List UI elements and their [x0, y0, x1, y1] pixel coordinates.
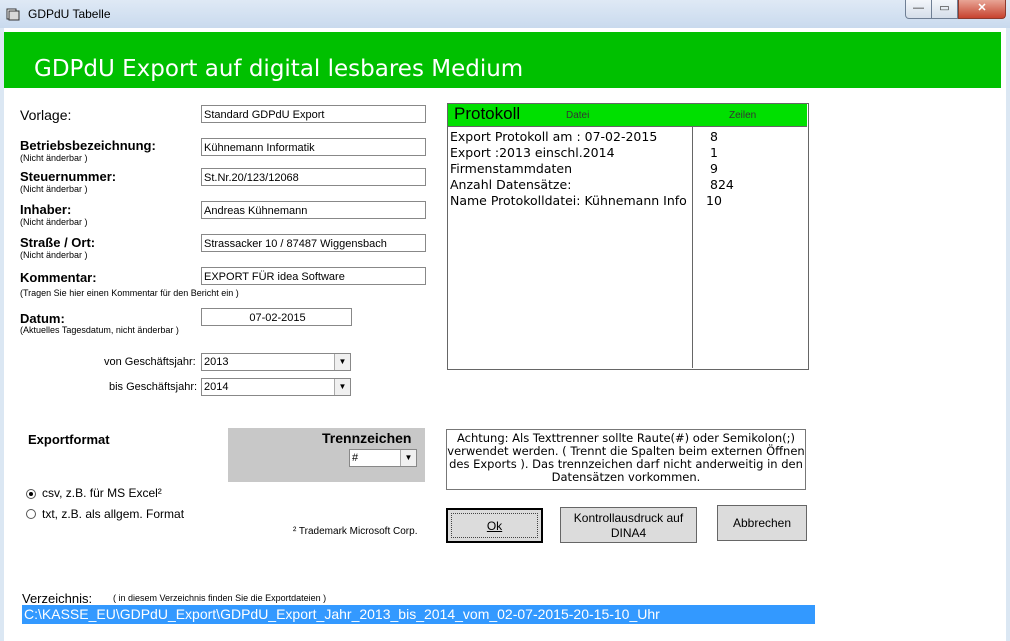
- protokoll-text: Name Protokolldatei: Kühnemann Info: [450, 193, 687, 208]
- protokoll-divider: [692, 126, 693, 368]
- betrieb-label: Betriebsbezeichnung:: [20, 138, 156, 153]
- strasse-field[interactable]: Strassacker 10 / 87487 Wiggensbach: [201, 234, 426, 252]
- vorlage-label: Vorlage:: [20, 107, 72, 123]
- kommentar-field[interactable]: EXPORT FÜR idea Software: [201, 267, 426, 285]
- chevron-down-icon[interactable]: ▼: [400, 450, 416, 466]
- kommentar-note: (Tragen Sie hier einen Kommentar für den…: [20, 288, 239, 298]
- steuer-field[interactable]: St.Nr.20/123/12068: [201, 168, 426, 186]
- von-select[interactable]: 2013 ▼: [201, 353, 351, 371]
- radio-selected-dot: [29, 492, 33, 496]
- exportformat-title: Exportformat: [28, 432, 110, 447]
- title-bar: [0, 0, 1010, 28]
- app-icon: [6, 7, 20, 21]
- trademark-note: ² Trademark Microsoft Corp.: [293, 526, 418, 537]
- ok-text: Ok: [486, 519, 503, 533]
- von-label: von Geschäftsjahr:: [104, 356, 196, 368]
- betrieb-note: (Nicht änderbar ): [20, 153, 88, 163]
- protokoll-text: Export :2013 einschl.2014: [450, 145, 615, 160]
- steuer-note: (Nicht änderbar ): [20, 184, 88, 194]
- trennzeichen-value: #: [352, 452, 359, 464]
- protokoll-zeilen: 10: [706, 193, 722, 208]
- page-title: GDPdU Export auf digital lesbares Medium: [34, 56, 524, 82]
- protokoll-col-zeilen: Zeilen: [729, 110, 757, 121]
- von-value: 2013: [204, 356, 229, 368]
- inhaber-note: (Nicht änderbar ): [20, 217, 88, 227]
- protokoll-title: Protokoll: [454, 104, 521, 123]
- protokoll-zeilen: 9: [710, 161, 718, 176]
- inhaber-field[interactable]: Andreas Kühnemann: [201, 201, 426, 219]
- protokoll-col-datei: Datei: [566, 110, 590, 121]
- window-title: GDPdU Tabelle: [28, 7, 111, 21]
- protokoll-text-list: Export Protokoll am : 07-02-2015 Export …: [450, 129, 690, 209]
- trennzeichen-label: Trennzeichen: [322, 430, 412, 446]
- datum-note: (Aktuelles Tagesdatum, nicht änderbar ): [20, 325, 179, 335]
- datum-label: Datum:: [20, 311, 65, 326]
- warning-notice: Achtung: Als Texttrenner sollte Raute(#)…: [446, 429, 806, 490]
- trennzeichen-select[interactable]: # ▼: [349, 449, 417, 467]
- protokoll-zeilen: 8: [710, 129, 718, 144]
- ok-button[interactable]: Ok: [446, 508, 543, 543]
- close-button[interactable]: ✕: [958, 0, 1006, 19]
- verzeichnis-label: Verzeichnis:: [22, 591, 93, 606]
- inhaber-label: Inhaber:: [20, 202, 72, 217]
- export-path-field[interactable]: C:\KASSE_EU\GDPdU_Export\GDPdU_Export_Ja…: [22, 605, 815, 624]
- strasse-note: (Nicht änderbar ): [20, 250, 88, 260]
- steuer-label: Steuernummer:: [20, 169, 117, 184]
- ok-button-label: Ok: [451, 513, 538, 538]
- print-label-line2: DINA4: [610, 526, 647, 540]
- datum-field: 07-02-2015: [201, 308, 352, 326]
- bis-label: bis Geschäftsjahr:: [109, 381, 198, 393]
- protokoll-zeilen: 824: [710, 177, 734, 192]
- csv-option-label[interactable]: csv, z.B. für MS Excel²: [42, 486, 162, 500]
- bis-value: 2014: [204, 381, 229, 393]
- protokoll-zeilen: 1: [710, 145, 718, 160]
- vorlage-field[interactable]: Standard GDPdU Export: [201, 105, 426, 123]
- chevron-down-icon[interactable]: ▼: [334, 354, 350, 370]
- bis-select[interactable]: 2014 ▼: [201, 378, 351, 396]
- kommentar-label: Kommentar:: [20, 270, 97, 285]
- minimize-button[interactable]: —: [905, 0, 932, 19]
- verzeichnis-note: ( in diesem Verzeichnis finden Sie die E…: [113, 593, 327, 603]
- print-label-line1: Kontrollausdruck auf: [573, 511, 684, 525]
- protokoll-text: Firmenstammdaten: [450, 161, 572, 176]
- csv-radio[interactable]: [26, 489, 36, 499]
- protokoll-zeilen-list: 8 1 9 824 10: [706, 129, 796, 209]
- protokoll-text: Export Protokoll am : 07-02-2015: [450, 129, 658, 144]
- betrieb-field[interactable]: Kühnemann Informatik: [201, 138, 426, 156]
- cancel-button[interactable]: Abbrechen: [717, 505, 807, 541]
- txt-option-label[interactable]: txt, z.B. als allgem. Format: [42, 507, 184, 521]
- maximize-button[interactable]: ▭: [931, 0, 958, 19]
- print-dina4-button[interactable]: Kontrollausdruck auf DINA4: [560, 507, 697, 543]
- protokoll-text: Anzahl Datensätze:: [450, 177, 572, 192]
- strasse-label: Straße / Ort:: [20, 235, 96, 250]
- txt-radio[interactable]: [26, 509, 36, 519]
- chevron-down-icon[interactable]: ▼: [334, 379, 350, 395]
